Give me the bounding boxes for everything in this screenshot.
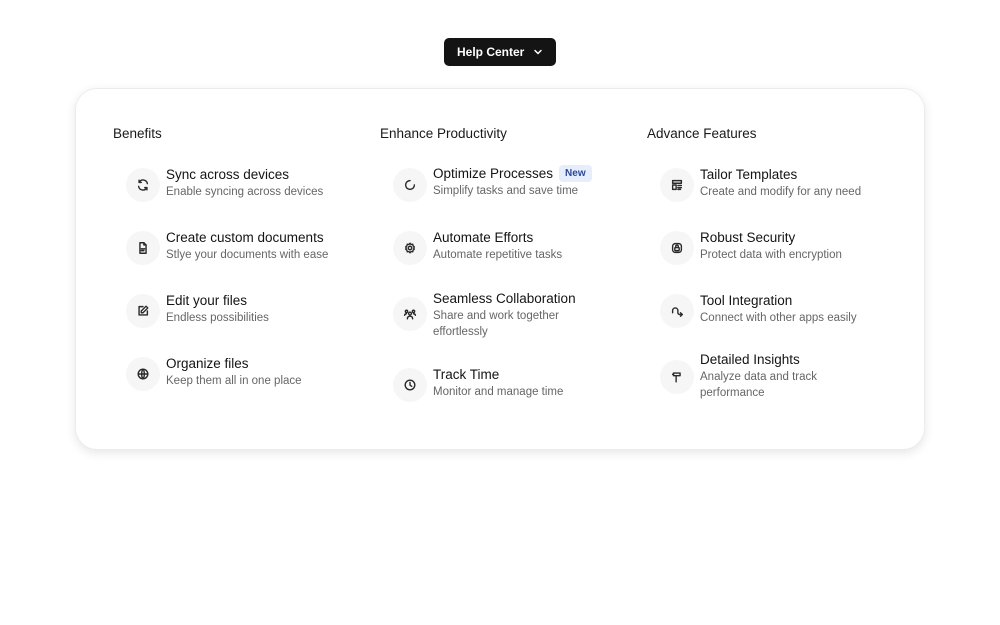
clock-icon (393, 368, 427, 402)
column-title: Enhance Productivity (380, 126, 507, 141)
column-title: Advance Features (647, 126, 757, 141)
item-title: Organize files (166, 356, 249, 371)
menu-item-edit-your-files[interactable]: Edit your files Endless possibilities (113, 291, 363, 331)
item-description: Automate repetitive tasks (433, 249, 563, 261)
item-description: Stlye your documents with ease (166, 249, 329, 261)
sync-icon (126, 168, 160, 202)
insights-icon (660, 360, 694, 394)
item-description: Share and work together effortlessly (433, 310, 559, 338)
item-title: Tailor Templates (700, 167, 798, 182)
chevron-down-icon (532, 46, 544, 58)
item-description: Monitor and manage time (433, 386, 564, 398)
menu-item-optimize-processes[interactable]: Optimize Processes New Simplify tasks an… (380, 165, 630, 205)
help-center-label: Help Center (457, 45, 525, 59)
item-description: Protect data with encryption (700, 249, 842, 261)
item-title: Edit your files (166, 293, 248, 308)
document-icon (126, 231, 160, 265)
menu-item-seamless-collaboration[interactable]: Seamless Collaboration Share and work to… (380, 289, 630, 339)
item-title: Seamless Collaboration (433, 291, 576, 306)
integration-icon (660, 294, 694, 328)
settings-gear-icon (393, 231, 427, 265)
item-description: Simplify tasks and save time (433, 185, 579, 197)
menu-item-tailor-templates[interactable]: Tailor Templates Create and modify for a… (647, 165, 897, 205)
menu-item-organize-files[interactable]: Organize files Keep them all in one plac… (113, 354, 363, 394)
organize-icon (126, 357, 160, 391)
template-icon (660, 168, 694, 202)
menu-item-sync-across-devices[interactable]: Sync across devices Enable syncing acros… (113, 165, 363, 205)
menu-item-detailed-insights[interactable]: Detailed Insights Analyze data and track… (647, 352, 897, 402)
menu-item-automate-efforts[interactable]: Automate Efforts Automate repetitive tas… (380, 228, 630, 268)
item-title: Track Time (433, 367, 500, 382)
edit-icon (126, 294, 160, 328)
item-description: Endless possibilities (166, 312, 269, 324)
item-description: Keep them all in one place (166, 375, 302, 387)
item-title-text: Optimize Processes (433, 165, 554, 181)
item-description: Create and modify for any need (700, 186, 862, 198)
item-title: Automate Efforts (433, 230, 534, 245)
new-badge: New (559, 165, 592, 182)
item-description: Connect with other apps easily (700, 312, 857, 324)
item-title: Sync across devices (166, 167, 290, 182)
menu-item-create-custom-documents[interactable]: Create custom documents Stlye your docum… (113, 228, 363, 268)
menu-item-tool-integration[interactable]: Tool Integration Connect with other apps… (647, 291, 897, 331)
loader-icon (393, 168, 427, 202)
item-description: Enable syncing across devices (166, 186, 324, 198)
menu-item-robust-security[interactable]: Robust Security Protect data with encryp… (647, 228, 897, 268)
item-title: Detailed Insights (700, 352, 800, 367)
item-description: Analyze data and track performance (700, 371, 817, 399)
item-title: Create custom documents (166, 230, 324, 245)
column-title: Benefits (113, 126, 162, 141)
menu-item-track-time[interactable]: Track Time Monitor and manage time (380, 365, 630, 405)
users-icon (393, 297, 427, 331)
help-center-button[interactable]: Help Center (444, 38, 556, 66)
lock-icon (660, 231, 694, 265)
item-title: Tool Integration (700, 293, 793, 308)
help-center-dropdown-panel: Benefits Sync across devices Enable sync… (75, 88, 925, 450)
item-title: Robust Security (700, 230, 796, 245)
item-title: Optimize Processes New (433, 165, 633, 182)
